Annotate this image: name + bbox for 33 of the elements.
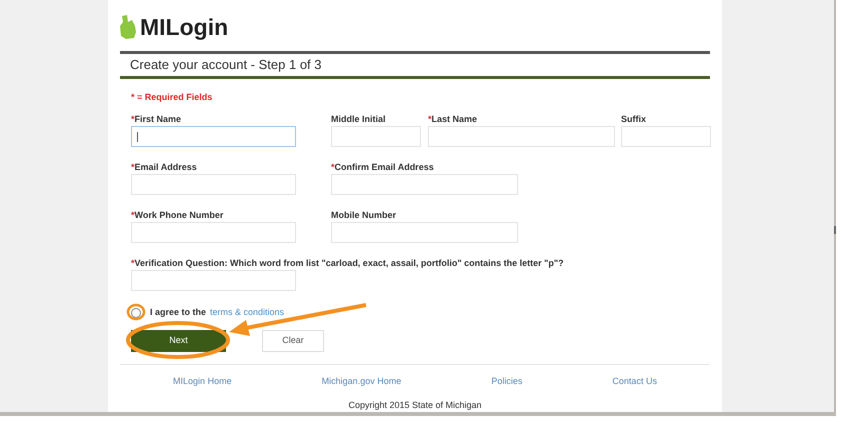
field-label: *Last Name xyxy=(428,113,478,126)
next-button[interactable]: Next xyxy=(131,330,226,352)
required-note: * = Required Fields xyxy=(131,91,214,104)
input-field[interactable] xyxy=(428,126,615,147)
field-label: *Work Phone Number xyxy=(131,209,224,222)
input-field[interactable] xyxy=(131,174,296,195)
field-label: *Email Address xyxy=(131,161,197,174)
input-field[interactable] xyxy=(331,126,421,147)
input-field[interactable] xyxy=(131,270,296,291)
input-field[interactable] xyxy=(131,126,296,147)
field-label: *First Name xyxy=(131,113,182,126)
logo-icon xyxy=(118,14,138,40)
field-label: *Verification Question: Which word from list "carload, exact, assail, portfolio" contains the letter "p"? xyxy=(131,257,564,270)
input-field[interactable] xyxy=(331,222,518,243)
agreement-text: I agree to the xyxy=(150,306,206,320)
footer-link[interactable]: Michigan.gov Home xyxy=(322,375,402,388)
field-label: Suffix xyxy=(621,113,646,126)
annotation-circle xyxy=(126,304,146,320)
terms-link[interactable]: terms & conditions xyxy=(210,306,284,320)
input-field[interactable] xyxy=(621,126,711,147)
logo-text: MILogin xyxy=(140,13,228,42)
input-field[interactable] xyxy=(331,174,518,195)
clear-button[interactable]: Clear xyxy=(262,330,324,352)
checkbox[interactable] xyxy=(131,308,141,318)
field-label: Middle Initial xyxy=(331,113,386,126)
field-label: *Confirm Email Address xyxy=(331,161,434,174)
input-field[interactable] xyxy=(131,222,296,243)
field-label: Mobile Number xyxy=(331,209,396,222)
footer-link[interactable]: Policies xyxy=(491,375,522,388)
footer-link[interactable]: Contact Us xyxy=(612,375,657,388)
copyright-text: Copyright 2015 State of Michigan xyxy=(348,398,482,412)
footer-link[interactable]: MILogin Home xyxy=(173,375,232,388)
page-heading: Create your account - Step 1 of 3 xyxy=(130,56,322,74)
